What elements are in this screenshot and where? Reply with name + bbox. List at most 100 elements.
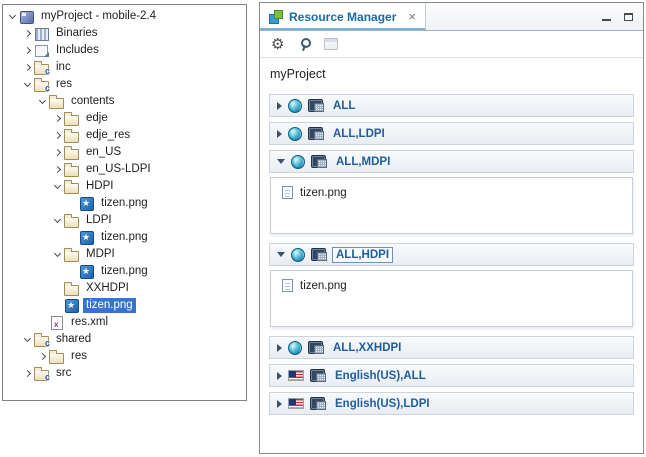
chevron-glyph bbox=[24, 370, 31, 377]
tree-item-label: tizen.png bbox=[98, 196, 151, 211]
resource-file-row[interactable]: tizen.png bbox=[271, 178, 632, 199]
resource-group-header[interactable]: ALL bbox=[269, 94, 634, 117]
tree-item[interactable]: en_US-LDPI bbox=[3, 161, 246, 178]
chevron-expanded-icon[interactable] bbox=[37, 96, 48, 107]
tree-item[interactable]: cshared bbox=[3, 331, 246, 348]
tree-item[interactable]: csrc bbox=[3, 365, 246, 382]
tree-item[interactable]: en_US bbox=[3, 144, 246, 161]
chevron-collapsed-icon[interactable] bbox=[22, 62, 33, 73]
tree-item[interactable]: Includes bbox=[3, 42, 246, 59]
c-source-folder-icon: c bbox=[33, 77, 50, 92]
chevron-placeholder bbox=[52, 283, 63, 294]
tree-item-label: res.xml bbox=[68, 315, 111, 330]
c-badge: c bbox=[45, 339, 50, 348]
chevron-collapsed-icon[interactable] bbox=[22, 45, 33, 56]
folder-icon bbox=[63, 128, 80, 143]
window-buttons bbox=[597, 9, 643, 25]
tree-item[interactable]: ★ tizen.png bbox=[3, 195, 246, 212]
resource-group-header[interactable]: ALL,MDPI bbox=[269, 150, 634, 173]
chevron-collapsed-icon[interactable] bbox=[277, 102, 282, 110]
tree-item[interactable]: XXHDPI bbox=[3, 280, 246, 297]
maximize-button[interactable] bbox=[619, 9, 637, 25]
resource-group-content: tizen.png bbox=[270, 177, 633, 234]
minimize-button[interactable] bbox=[597, 9, 615, 25]
chevron-collapsed-icon[interactable] bbox=[22, 28, 33, 39]
chevron-collapsed-icon[interactable] bbox=[277, 372, 282, 380]
resource-manager-toolbar: ⚙ bbox=[260, 31, 643, 58]
image-file-icon: ★ bbox=[78, 264, 95, 279]
chevron-glyph bbox=[24, 47, 31, 54]
chevron-glyph bbox=[54, 250, 61, 257]
resource-group-header[interactable]: ALL,HDPI bbox=[269, 243, 634, 266]
folder-icon bbox=[63, 213, 80, 228]
chevron-collapsed-icon[interactable] bbox=[52, 147, 63, 158]
chevron-glyph bbox=[24, 80, 31, 87]
tree-indent bbox=[3, 254, 52, 255]
resource-manager-panel: Resource Manager × ⚙ myProject ALLALL,LD… bbox=[259, 2, 644, 454]
resource-group-label: ALL,LDPI bbox=[330, 127, 388, 141]
tree-item[interactable]: Binaries bbox=[3, 25, 246, 42]
tree-item[interactable]: HDPI bbox=[3, 178, 246, 195]
tree-indent bbox=[3, 339, 22, 340]
resource-file-row[interactable]: tizen.png bbox=[271, 271, 632, 292]
chevron-placeholder bbox=[37, 317, 48, 328]
tree-item[interactable]: res bbox=[3, 348, 246, 365]
chevron-glyph bbox=[24, 335, 31, 342]
tree-item-label: MDPI bbox=[83, 247, 118, 262]
tree-item[interactable]: LDPI bbox=[3, 212, 246, 229]
tree-item[interactable]: cinc bbox=[3, 59, 246, 76]
tree-item-label: contents bbox=[68, 94, 117, 109]
globe-icon bbox=[291, 155, 305, 169]
chevron-collapsed-icon[interactable] bbox=[22, 368, 33, 379]
tree-indent bbox=[3, 84, 22, 85]
resource-manager-icon bbox=[269, 10, 283, 23]
project-icon bbox=[18, 9, 35, 24]
tree-item[interactable]: myProject - mobile-2.4 bbox=[3, 8, 246, 25]
resource-group-header[interactable]: English(US),LDPI bbox=[269, 392, 634, 415]
resource-group-list: ALL ALL,LDPI ALL,MDPI tizen.png ALL,HDPI tize… bbox=[260, 86, 643, 420]
chevron-expanded-icon[interactable] bbox=[52, 181, 63, 192]
chevron-collapsed-icon[interactable] bbox=[52, 130, 63, 141]
resource-group-label: ALL,XXHDPI bbox=[330, 341, 404, 355]
density-icon bbox=[311, 248, 327, 261]
chevron-expanded-icon[interactable] bbox=[277, 252, 285, 257]
tree-item[interactable]: ★tizen.png bbox=[3, 229, 246, 246]
star-glyph: ★ bbox=[82, 199, 90, 208]
tree-item[interactable]: edje bbox=[3, 110, 246, 127]
chevron-collapsed-icon[interactable] bbox=[277, 344, 282, 352]
tree-item[interactable]: edje_res bbox=[3, 127, 246, 144]
resource-group-header[interactable]: English(US),ALL bbox=[269, 364, 634, 387]
tree-item[interactable]: cres bbox=[3, 76, 246, 93]
tree-item[interactable]: ★tizen.png bbox=[3, 263, 246, 280]
view-window-icon[interactable] bbox=[324, 38, 338, 50]
chevron-collapsed-icon[interactable] bbox=[52, 113, 63, 124]
chevron-expanded-icon[interactable] bbox=[22, 334, 33, 345]
chevron-collapsed-icon[interactable] bbox=[277, 130, 282, 138]
globe-icon bbox=[288, 341, 302, 355]
tree-item-label: HDPI bbox=[83, 179, 116, 194]
tree-item[interactable]: contents bbox=[3, 93, 246, 110]
tree-item-label: edje bbox=[83, 111, 111, 126]
tree-item[interactable]: ★tizen.png bbox=[3, 297, 246, 314]
tab-resource-manager[interactable]: Resource Manager × bbox=[260, 3, 426, 30]
chevron-placeholder bbox=[52, 300, 63, 311]
chevron-collapsed-icon[interactable] bbox=[37, 351, 48, 362]
chevron-collapsed-icon[interactable] bbox=[52, 164, 63, 175]
chevron-expanded-icon[interactable] bbox=[22, 79, 33, 90]
chevron-expanded-icon[interactable] bbox=[7, 11, 18, 22]
chevron-expanded-icon[interactable] bbox=[277, 159, 285, 164]
tree-item[interactable]: MDPI bbox=[3, 246, 246, 263]
resource-group-header[interactable]: ALL,LDPI bbox=[269, 122, 634, 145]
xml-badge: x bbox=[54, 321, 58, 329]
close-icon[interactable]: × bbox=[408, 10, 416, 23]
chevron-expanded-icon[interactable] bbox=[52, 215, 63, 226]
pin-icon[interactable] bbox=[297, 37, 311, 51]
minimize-icon bbox=[602, 19, 611, 21]
settings-gear-icon[interactable]: ⚙ bbox=[271, 37, 284, 52]
tree-item[interactable]: x res.xml bbox=[3, 314, 246, 331]
chevron-placeholder bbox=[67, 266, 78, 277]
resource-group-header[interactable]: ALL,XXHDPI bbox=[269, 336, 634, 359]
chevron-expanded-icon[interactable] bbox=[52, 249, 63, 260]
tab-title: Resource Manager bbox=[289, 10, 396, 24]
chevron-collapsed-icon[interactable] bbox=[277, 400, 282, 408]
